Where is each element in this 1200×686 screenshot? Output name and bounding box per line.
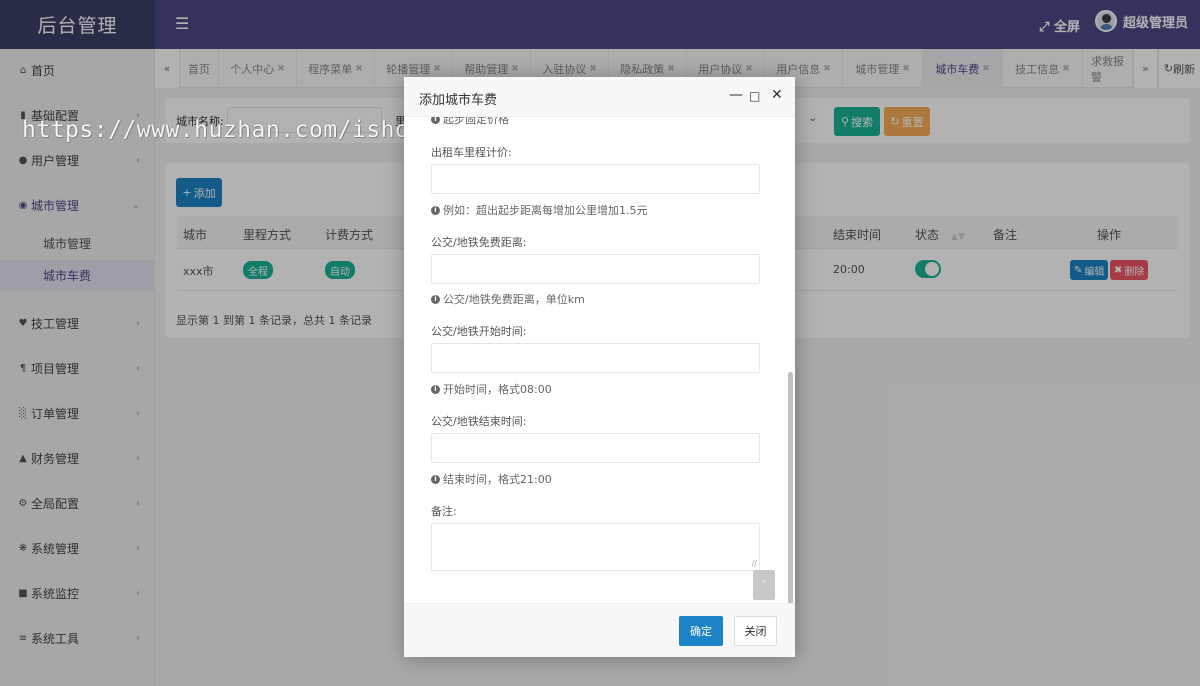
help-text: 开始时间，格式08:00 [443, 383, 552, 396]
add-city-fare-dialog: 添加城市车费 — □ ✕ i 起步固定价格 出租车里程计价: i 例如：超出起步距离… [404, 77, 795, 657]
field-help: i 例如：超出起步距离每增加公里增加1.5元 [431, 202, 648, 218]
chevron-up-icon: ˆ [761, 579, 767, 591]
confirm-button[interactable]: 确定 [679, 616, 723, 646]
dialog-scrollbar[interactable] [788, 372, 793, 603]
info-icon: i [431, 205, 440, 215]
info-icon: i [431, 294, 440, 304]
field-label: 公交/地铁开始时间: [431, 325, 527, 338]
minimize-icon[interactable]: — [729, 87, 743, 103]
dialog-header: 添加城市车费 — □ ✕ [404, 77, 795, 117]
field-help: i 结束时间，格式21:00 [431, 471, 552, 487]
taxi-mileage-price-input[interactable] [431, 164, 760, 194]
dialog-footer: 确定 关闭 [404, 603, 795, 657]
help-text: 结束时间，格式21:00 [443, 473, 552, 486]
field-help: i 开始时间，格式08:00 [431, 381, 552, 397]
info-icon: i [431, 117, 440, 124]
maximize-icon[interactable]: □ [749, 89, 760, 103]
dialog-body: i 起步固定价格 出租车里程计价: i 例如：超出起步距离每增加公里增加1.5元 公… [404, 117, 795, 603]
dialog-title: 添加城市车费 [419, 93, 498, 108]
remark-label: 备注: [431, 505, 457, 518]
field-label: 出租车里程计价: [431, 146, 512, 159]
field-help: i 公交/地铁免费距离，单位km [431, 291, 585, 307]
transit-end-time-input[interactable] [431, 433, 760, 463]
close-button[interactable]: 关闭 [734, 616, 777, 646]
resize-handle-icon[interactable]: ∕∕ [752, 559, 757, 568]
help-text: 公交/地铁免费距离，单位km [443, 293, 585, 306]
field-label: 公交/地铁结束时间: [431, 415, 527, 428]
field-help-partial: i 起步固定价格 [431, 117, 509, 127]
transit-start-time-input[interactable] [431, 343, 760, 373]
help-text: 例如：超出起步距离每增加公里增加1.5元 [443, 204, 648, 217]
info-icon: i [431, 384, 440, 394]
help-text: 起步固定价格 [443, 117, 509, 126]
info-icon: i [431, 474, 440, 484]
transit-free-distance-input[interactable] [431, 254, 760, 284]
close-icon[interactable]: ✕ [771, 87, 783, 103]
back-to-top-button[interactable]: ˆ [753, 570, 775, 600]
field-label: 公交/地铁免费距离: [431, 236, 527, 249]
remark-textarea[interactable]: ∕∕ [431, 523, 760, 571]
